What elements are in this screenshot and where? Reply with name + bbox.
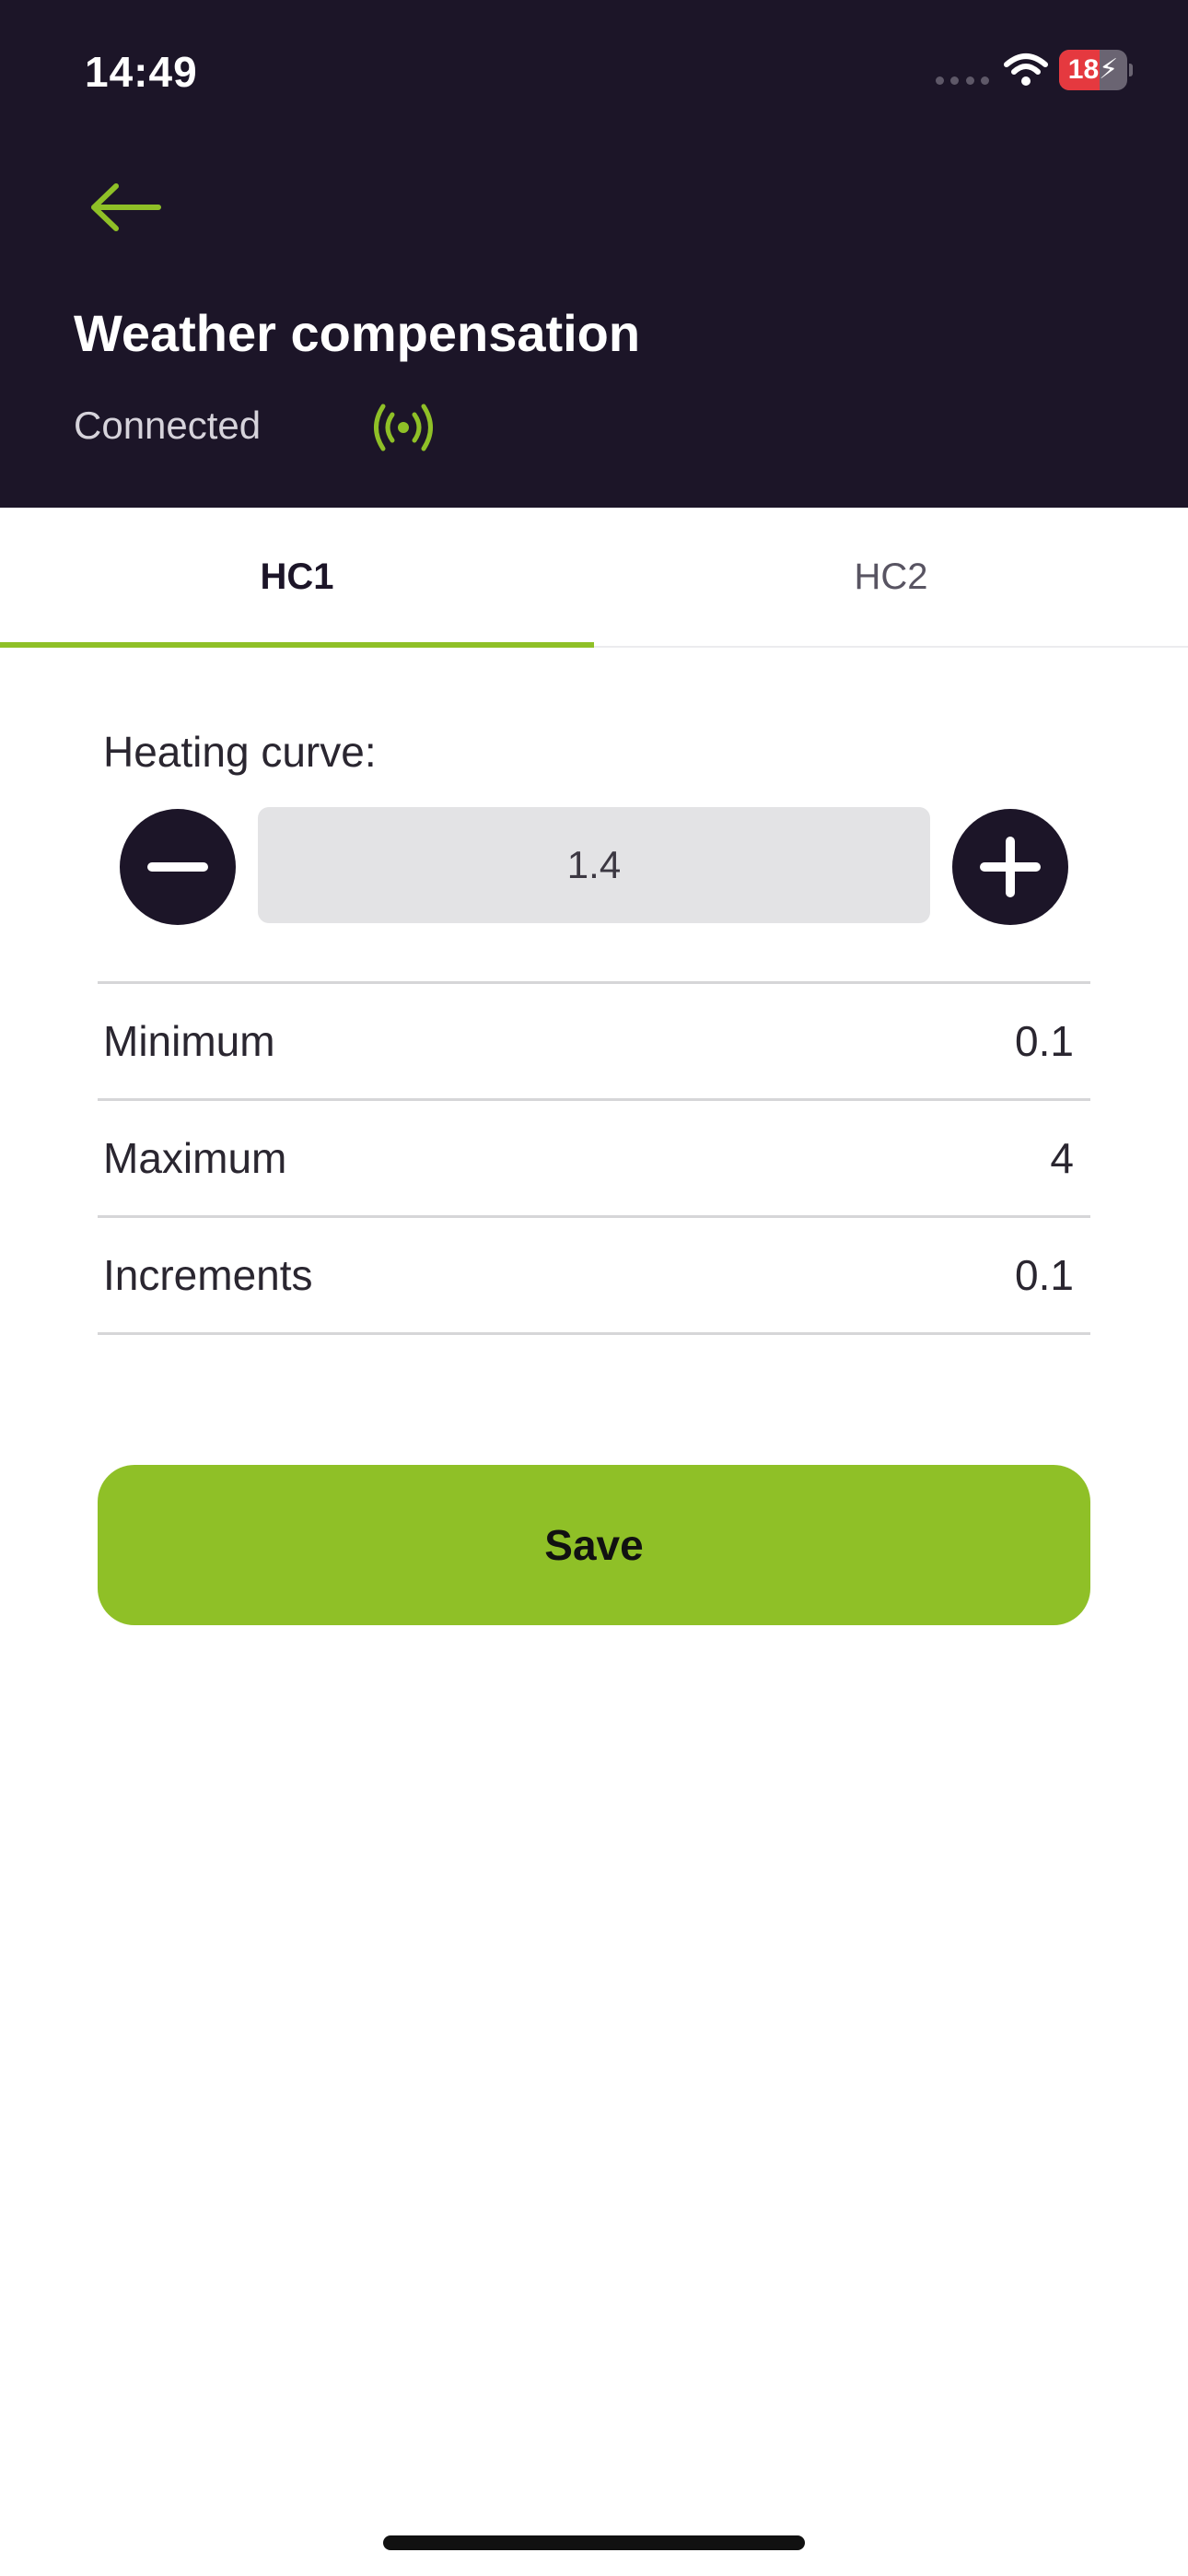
- maximum-label: Maximum: [103, 1134, 287, 1182]
- battery-label: 18⚡: [1067, 54, 1119, 85]
- maximum-row: Maximum 4: [98, 1101, 1090, 1215]
- weather-compensation-screen: 14:49 18⚡ Weather compensation Connected: [0, 0, 1188, 2576]
- tab-hc2[interactable]: HC2: [594, 508, 1188, 646]
- heating-curve-label: Heating curve:: [103, 728, 377, 776]
- increments-label: Increments: [103, 1251, 313, 1299]
- minimum-value: 0.1: [1015, 1017, 1074, 1065]
- page-title: Weather compensation: [74, 304, 641, 362]
- limits-list: Minimum 0.1 Maximum 4 Increments 0.1: [98, 981, 1090, 1335]
- battery-charging-icon: 18⚡: [1059, 50, 1133, 90]
- cellular-dots-icon: [936, 76, 989, 85]
- home-indicator: [383, 2535, 805, 2550]
- back-button[interactable]: [85, 175, 168, 240]
- maximum-value: 4: [1050, 1134, 1074, 1182]
- heating-curve-value-field[interactable]: [258, 807, 930, 923]
- minimum-label: Minimum: [103, 1017, 275, 1065]
- circuit-tabs: HC1 HC2: [0, 508, 1188, 648]
- arrow-left-icon: [91, 183, 161, 231]
- tab-hc1-label: HC1: [260, 556, 334, 597]
- increments-row: Increments 0.1: [98, 1218, 1090, 1332]
- increment-button[interactable]: [952, 809, 1068, 925]
- increments-value: 0.1: [1015, 1251, 1074, 1299]
- decrement-button[interactable]: [120, 809, 236, 925]
- tab-hc1[interactable]: HC1: [0, 508, 594, 648]
- minimum-row: Minimum 0.1: [98, 984, 1090, 1098]
- save-button[interactable]: Save: [98, 1465, 1090, 1625]
- tab-selected-indicator: [0, 642, 594, 648]
- tab-hc2-label: HC2: [854, 556, 928, 597]
- broadcast-signal-icon: [374, 404, 433, 451]
- connection-status: Connected: [74, 404, 262, 447]
- status-time: 14:49: [85, 48, 198, 96]
- wifi-icon: [1004, 53, 1048, 86]
- app-header: 14:49 18⚡ Weather compensation Connected: [0, 0, 1188, 508]
- divider: [98, 1332, 1090, 1335]
- minus-circle-icon: [147, 862, 208, 872]
